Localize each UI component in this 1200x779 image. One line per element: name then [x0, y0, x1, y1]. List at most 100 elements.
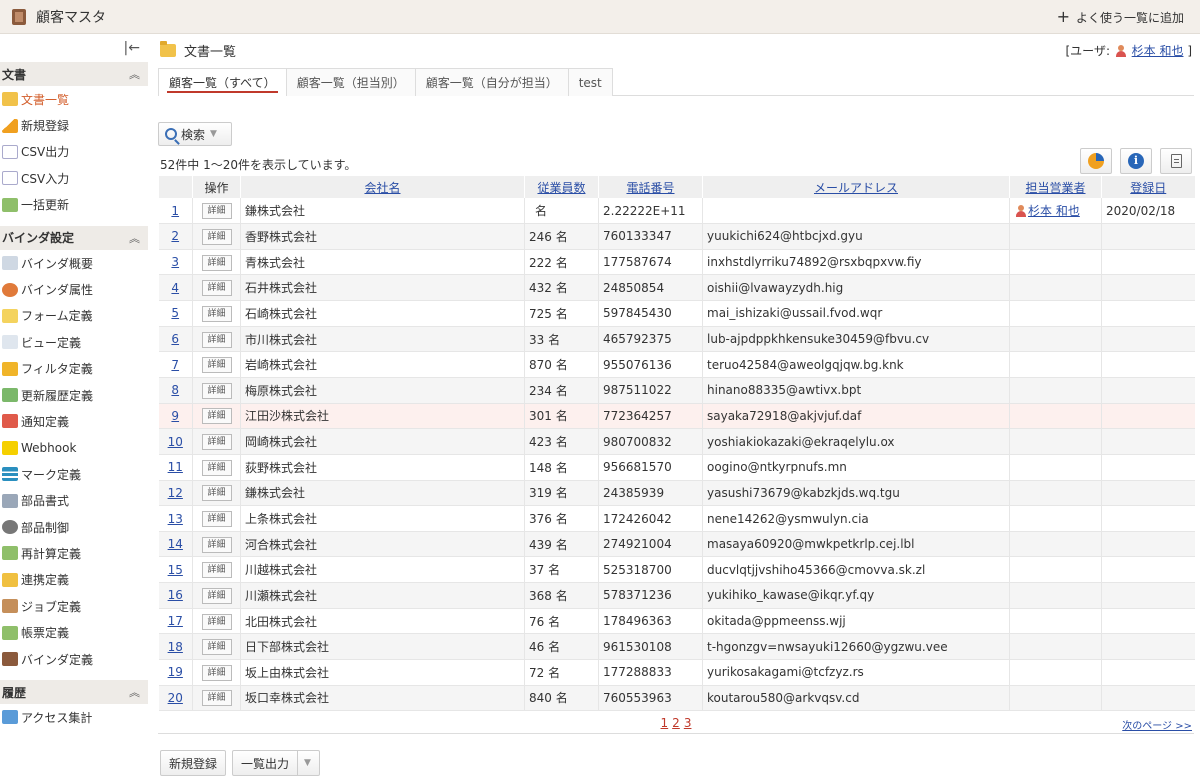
table-row[interactable]: 17 詳細 北田株式会社 76 名 178496363 okitada@ppmeenss.…	[158, 608, 1195, 635]
sidebar-item[interactable]: バインダ概要	[0, 250, 148, 276]
row-number-link[interactable]: 1	[171, 204, 179, 218]
sidebar-item[interactable]: 一括更新	[0, 192, 148, 218]
table-row[interactable]: 5 詳細 石崎株式会社 725 名 597845430 mai_ishizaki@ussa…	[158, 300, 1195, 327]
detail-button[interactable]: 詳細	[201, 664, 232, 681]
row-number-link[interactable]: 14	[168, 537, 183, 551]
row-number-link[interactable]: 2	[171, 229, 179, 243]
detail-button[interactable]: 詳細	[201, 639, 232, 656]
table-row[interactable]: 18 詳細 日下部株式会社 46 名 961530108 t-hgonzgv=nwsayu…	[158, 633, 1195, 661]
table-row[interactable]: 16 詳細 川瀬株式会社 368 名 578371236 yukihiko_kawase@…	[158, 582, 1195, 609]
sidebar-item[interactable]: Webhook	[0, 435, 148, 461]
detail-button[interactable]: 詳細	[201, 228, 232, 245]
sidebar-item[interactable]: 通知定義	[0, 408, 148, 434]
sidebar-item[interactable]: バインダ属性	[0, 276, 148, 302]
sort-link[interactable]: 会社名	[364, 181, 400, 195]
table-row[interactable]: 7 詳細 岩崎株式会社 870 名 955076136 teruo42584@aweolg…	[158, 351, 1195, 378]
detail-button[interactable]: 詳細	[201, 485, 232, 502]
sort-link[interactable]: 担当営業者	[1025, 181, 1085, 195]
detail-button[interactable]: 詳細	[201, 382, 232, 399]
info-button[interactable]: i	[1120, 148, 1152, 174]
sidebar-item[interactable]: ジョブ定義	[0, 593, 148, 619]
chart-button[interactable]	[1080, 148, 1112, 174]
detail-button[interactable]: 詳細	[201, 254, 232, 271]
detail-button[interactable]: 詳細	[201, 434, 232, 451]
table-row[interactable]: 19 詳細 坂上由株式会社 72 名 177288833 yurikosakagami@t…	[158, 659, 1195, 686]
row-number-link[interactable]: 12	[168, 486, 183, 500]
table-row[interactable]: 14 詳細 河合株式会社 439 名 274921004 masaya60920@mwkp…	[158, 531, 1195, 558]
detail-button[interactable]: 詳細	[201, 613, 232, 630]
document-button[interactable]	[1160, 148, 1192, 174]
sidebar-item[interactable]: フォーム定義	[0, 303, 148, 329]
table-row[interactable]: 2 詳細 香野株式会社 246 名 760133347 yuukichi624@htbcj…	[158, 223, 1195, 250]
row-number-link[interactable]: 7	[171, 358, 179, 372]
sidebar-item[interactable]: 帳票定義	[0, 619, 148, 645]
table-row[interactable]: 3 詳細 青株式会社 222 名 177587674 inxhstdlyrriku7489…	[158, 249, 1195, 276]
row-number-link[interactable]: 10	[168, 435, 183, 449]
sidebar-item[interactable]: 部品制御	[0, 514, 148, 540]
sidebar-item[interactable]: 更新履歴定義	[0, 382, 148, 408]
page-link[interactable]: 1	[661, 716, 669, 730]
sort-link[interactable]: 電話番号	[626, 181, 674, 195]
detail-button[interactable]: 詳細	[201, 511, 232, 527]
sidebar-item[interactable]: アクセス集計	[0, 704, 148, 730]
detail-button[interactable]: 詳細	[201, 280, 232, 297]
sidebar-item[interactable]: バインダ定義	[0, 646, 148, 672]
owner-link[interactable]: 杉本 和也	[1028, 204, 1080, 218]
sidebar-item[interactable]: マーク定義	[0, 461, 148, 487]
row-number-link[interactable]: 11	[168, 460, 183, 474]
sidebar-item[interactable]: 新規登録	[0, 112, 148, 138]
sidebar-item[interactable]: ビュー定義	[0, 329, 148, 355]
sidebar-item[interactable]: 文書一覧	[0, 86, 148, 112]
page-link[interactable]: 3	[684, 716, 692, 730]
user-name-link[interactable]: 杉本 和也	[1132, 44, 1184, 58]
sidebar-item[interactable]: 連携定義	[0, 567, 148, 593]
page-link[interactable]: 2	[672, 716, 680, 730]
next-page-link[interactable]: 次のページ >>	[1122, 717, 1192, 732]
row-number-link[interactable]: 18	[168, 640, 183, 654]
table-row[interactable]: 11 詳細 荻野株式会社 148 名 956681570 oogino@ntkyrpnuf…	[158, 454, 1195, 481]
table-row[interactable]: 9 詳細 江田沙株式会社 301 名 772364257 sayaka72918@akjv…	[158, 403, 1195, 430]
row-number-link[interactable]: 19	[168, 665, 183, 679]
sidebar-item[interactable]: CSV入力	[0, 165, 148, 191]
sort-link[interactable]: 登録日	[1130, 181, 1166, 195]
detail-button[interactable]: 詳細	[201, 357, 232, 374]
sidebar-collapse-button[interactable]: |←	[0, 34, 148, 62]
row-number-link[interactable]: 8	[171, 383, 179, 397]
sidebar-item[interactable]: 再計算定義	[0, 540, 148, 566]
view-tab[interactable]: 顧客一覧（担当別）	[285, 68, 416, 96]
dropdown-caret-icon[interactable]: ▼	[297, 751, 311, 775]
detail-button[interactable]: 詳細	[201, 459, 232, 476]
sort-link[interactable]: 従業員数	[537, 181, 585, 195]
detail-button[interactable]: 詳細	[201, 305, 232, 322]
row-number-link[interactable]: 16	[168, 588, 183, 602]
search-button[interactable]: 検索 ▼	[158, 122, 232, 146]
detail-button[interactable]: 詳細	[201, 203, 232, 220]
view-tab[interactable]: test	[567, 68, 613, 96]
sidebar-section-header[interactable]: バインダ設定 ︽	[0, 225, 148, 250]
table-row[interactable]: 10 詳細 岡崎株式会社 423 名 980700832 yoshiakiokazaki@…	[158, 428, 1195, 455]
sidebar-item[interactable]: 部品書式	[0, 487, 148, 513]
detail-button[interactable]: 詳細	[201, 562, 232, 579]
table-row[interactable]: 20 詳細 坂口幸株式会社 840 名 760553963 koutarou580@ark…	[158, 685, 1195, 712]
row-number-link[interactable]: 15	[168, 563, 183, 577]
table-row[interactable]: 1 詳細 鎌株式会社名 2.22222E+11 杉本 和也 2020/02/18	[158, 198, 1195, 225]
row-number-link[interactable]: 13	[168, 512, 183, 526]
row-number-link[interactable]: 5	[171, 306, 179, 320]
sidebar-section-header[interactable]: 履歴 ︽	[0, 680, 148, 705]
view-tab[interactable]: 顧客一覧（自分が担当）	[414, 68, 569, 96]
add-favorite-button[interactable]: + よく使う一覧に追加	[1057, 0, 1184, 34]
export-list-button[interactable]: 一覧出力 ▼	[232, 750, 320, 776]
table-row[interactable]: 12 詳細 鎌株式会社 319 名 24385939 yasushi73679@kabzk…	[158, 480, 1195, 507]
detail-button[interactable]: 詳細	[201, 408, 232, 425]
detail-button[interactable]: 詳細	[201, 331, 232, 348]
view-tab[interactable]: 顧客一覧（すべて）	[158, 68, 287, 96]
sort-link[interactable]: メールアドレス	[814, 181, 898, 195]
row-number-link[interactable]: 6	[171, 332, 179, 346]
table-row[interactable]: 6 詳細 市川株式会社 33 名 465792375 lub-ajpdppkhkensuk…	[158, 326, 1195, 353]
row-number-link[interactable]: 4	[171, 281, 179, 295]
sidebar-item[interactable]: CSV出力	[0, 139, 148, 165]
table-row[interactable]: 13 詳細 上条株式会社 376 名 172426042 nene14262@ysmwul…	[158, 505, 1195, 532]
sidebar-item[interactable]: フィルタ定義	[0, 356, 148, 382]
new-register-button[interactable]: 新規登録	[160, 750, 227, 776]
detail-button[interactable]: 詳細	[201, 690, 232, 707]
